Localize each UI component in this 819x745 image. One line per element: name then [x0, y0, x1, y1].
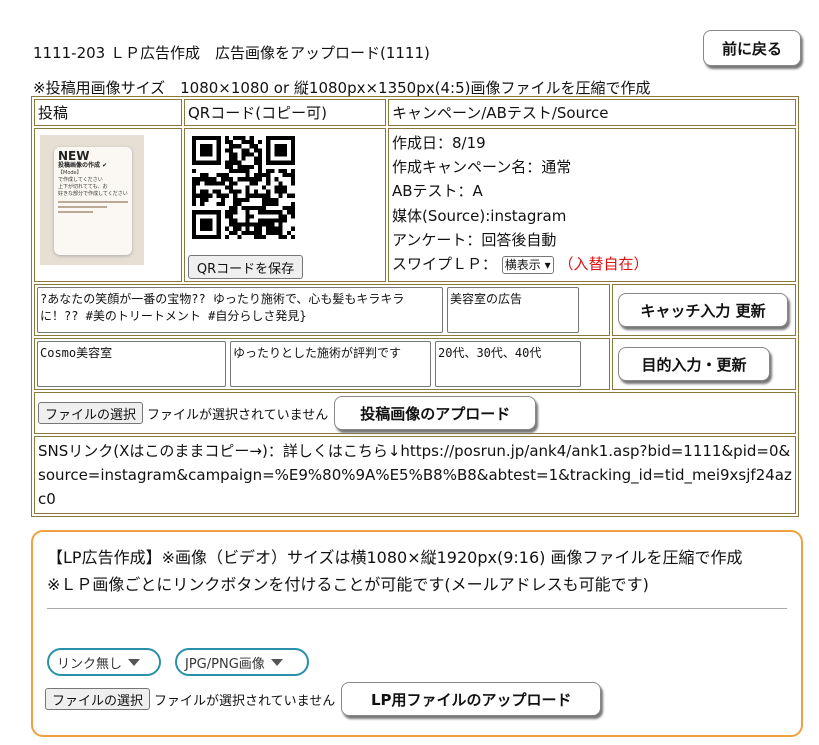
lp-section: 【LP広告作成】※画像（ビデオ）サイズは横1080×縦1920px(9:16) … [31, 530, 803, 737]
abtest-value: ABテスト：A [392, 182, 483, 201]
thumb-decor [58, 201, 128, 213]
thumb-line3: で作成してください [58, 177, 103, 183]
post-thumbnail-cell: NEW 投稿画像の作成 ✔ 【Mode】 で作成してください 上下が切れてても、… [34, 128, 182, 282]
target-age-input[interactable]: 20代、30代、40代 [435, 341, 581, 387]
sns-link-cell[interactable]: SNSリンク(Xはこのままコピー→)：詳しくはこちら↓https://posru… [34, 436, 796, 514]
lp-file-status: ファイルが選択されていません [154, 693, 336, 709]
link-type-select[interactable]: リンク無し [47, 648, 161, 676]
campaign-name: 作成キャンペーン名：通常 [392, 158, 572, 177]
upload-cell: ファイルの選択 ファイルが選択されていません 投稿画像のアプロード [34, 392, 796, 434]
file-type-value: JPG/PNG画像 [185, 656, 265, 672]
chevron-down-icon [128, 658, 141, 666]
catch-update-button[interactable]: キャッチ入力 更新 [618, 293, 788, 327]
lp-upload-button[interactable]: LP用ファイルのアップロード [341, 682, 602, 716]
target-name-input[interactable]: Cosmo美容室 [37, 341, 226, 387]
lp-file-select-button[interactable]: ファイルの選択 [45, 688, 151, 710]
thumb-line2: 【Mode】 [58, 170, 82, 176]
file-status: ファイルが選択されていません [147, 407, 329, 423]
thumb-line4: 上下が切れてても、お [58, 184, 108, 190]
catch-tag-input[interactable]: 美容室の広告 [447, 287, 579, 333]
swipe-lp-select-value: 横表示 [504, 257, 541, 272]
swipe-lp-row: スワイプＬＰ： 横表示 ▾ （入替自在） [392, 252, 792, 276]
catch-text-input[interactable]: ?あなたの笑顔が一番の宝物?? ゆったり施術で、心も髪もキラキラに！?? #美の… [37, 287, 443, 333]
qr-code-image[interactable] [192, 136, 295, 239]
file-select-button[interactable]: ファイルの選択 [38, 402, 144, 424]
swipe-lp-select[interactable]: 横表示 ▾ [501, 255, 554, 274]
campaign-info-cell: 作成日：8/19 作成キャンペーン名：通常 ABテスト：A 媒体(Source)… [388, 128, 796, 282]
target-update-button[interactable]: 目的入力・更新 [618, 347, 770, 381]
header-campaign: キャンペーン/ABテスト/Source [388, 99, 796, 126]
target-input-cell: Cosmo美容室 ゆったりとした施術が評判です 20代、30代、40代 [34, 338, 610, 390]
file-type-select[interactable]: JPG/PNG画像 [175, 648, 309, 676]
qr-cell: QRコードを保存 [184, 128, 386, 282]
survey-value: アンケート：回答後自動 [392, 230, 557, 249]
chevron-down-icon [270, 658, 283, 666]
lp-link-note: ※ＬＰ画像ごとにリンクボタンを付けることが可能です(メールアドレスも可能です) [47, 575, 649, 594]
thumb-line1: 投稿画像の作成 ✔ [58, 162, 108, 169]
created-date: 作成日：8/19 [392, 134, 486, 152]
swipe-lp-note: （入替自在） [558, 255, 649, 274]
post-thumbnail-image: NEW 投稿画像の作成 ✔ 【Mode】 で作成してください 上下が切れてても、… [40, 135, 144, 265]
qr-save-button[interactable]: QRコードを保存 [188, 255, 303, 279]
thumb-line5: 好きな部分で作成してください [58, 191, 128, 197]
swipe-lp-label: スワイプＬＰ： [392, 255, 498, 274]
target-feature-input[interactable]: ゆったりとした施術が評判です [230, 341, 431, 387]
image-size-note: ※投稿用画像サイズ 1080×1080 or 縦1080px×1350px(4:… [33, 79, 651, 97]
header-post: 投稿 [34, 99, 182, 126]
lp-upload-row: ファイルの選択 ファイルが選択されていません LP用ファイルのアップロード [45, 682, 602, 716]
source-value: 媒体(Source):instagram [392, 206, 567, 225]
header-qr: QRコード(コピー可) [184, 99, 386, 126]
target-button-cell: 目的入力・更新 [612, 338, 796, 390]
page-title: 1111-203 ＬＰ広告作成 広告画像をアップロード(1111) [33, 44, 430, 62]
lp-divider [47, 608, 787, 609]
chevron-down-icon: ▾ [544, 257, 551, 272]
catch-input-cell: ?あなたの笑顔が一番の宝物?? ゆったり施術で、心も髪もキラキラに！?? #美の… [34, 284, 610, 336]
post-upload-button[interactable]: 投稿画像のアプロード [334, 396, 537, 430]
lp-size-note: 【LP広告作成】※画像（ビデオ）サイズは横1080×縦1920px(9:16) … [47, 548, 743, 567]
post-table: 投稿 QRコード(コピー可) キャンペーン/ABテスト/Source NEW 投… [31, 96, 799, 517]
thumb-new-label: NEW [58, 149, 90, 163]
catch-button-cell: キャッチ入力 更新 [612, 284, 796, 336]
back-button[interactable]: 前に戻る [703, 30, 801, 66]
link-type-value: リンク無し [57, 656, 123, 672]
